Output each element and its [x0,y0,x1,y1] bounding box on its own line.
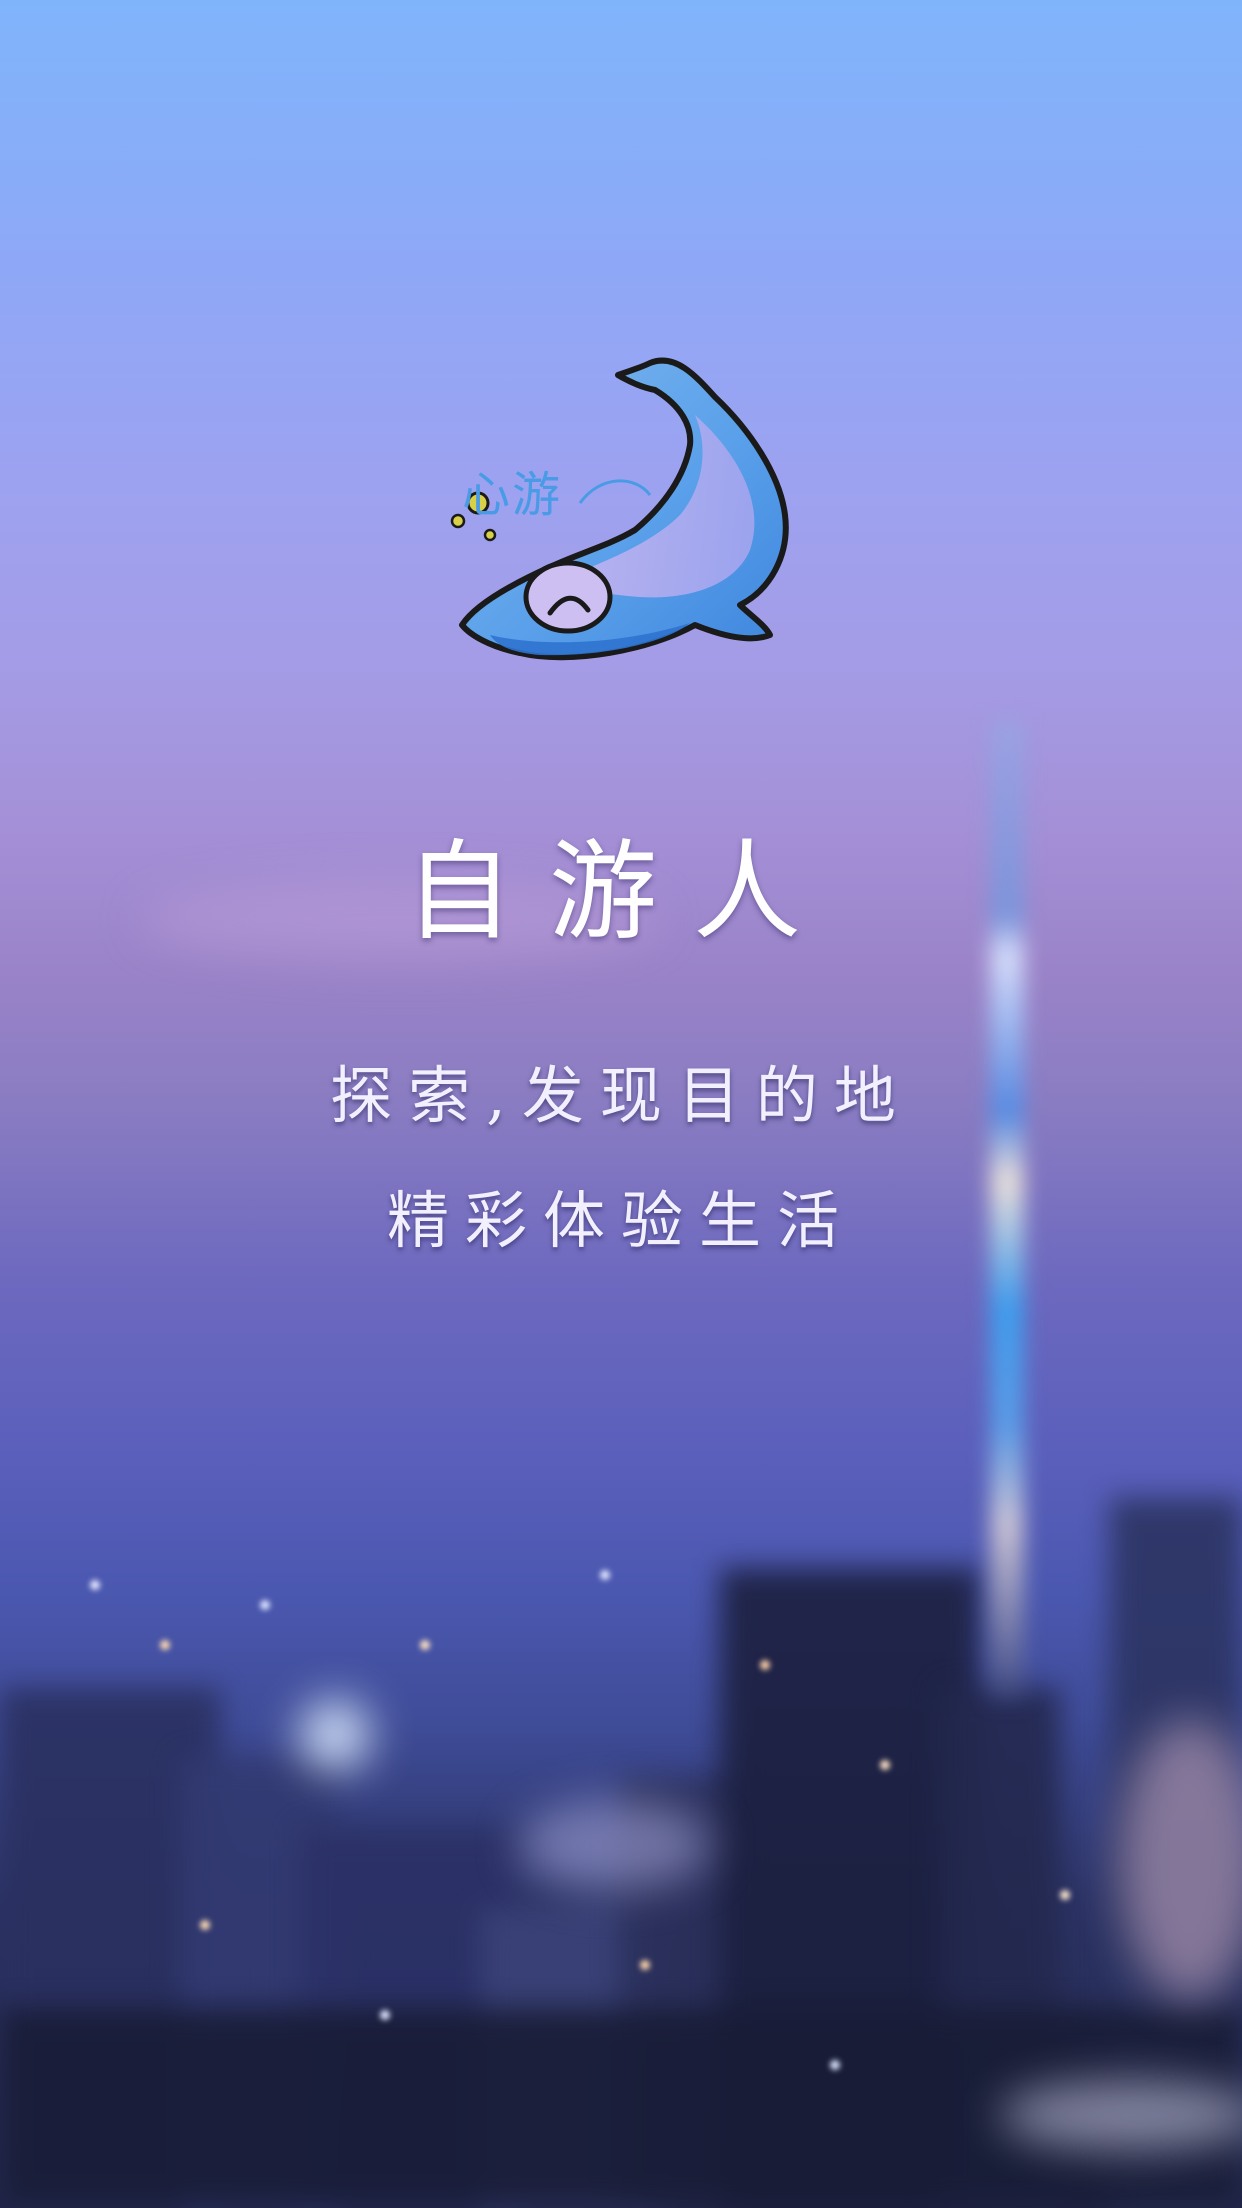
city-light-glow [520,1800,710,1890]
city-light [380,2010,390,2020]
city-light [200,1920,210,1930]
city-light [90,1580,100,1590]
city-light [640,1960,650,1970]
city-light [260,1600,270,1610]
city-light-glow [300,1700,370,1770]
city-light [880,1760,890,1770]
city-light [600,1570,610,1580]
splash-screen: 心游 自游人 探索,发现目的地 精彩体验生活 [0,0,1242,2208]
city-light [420,1640,430,1650]
tagline-line-1: 探索,发现目的地 [330,1059,912,1132]
app-logo: 心游 [450,335,810,685]
logo-wordmark: 心游 [462,467,563,523]
city-light-glow [1000,2080,1242,2150]
city-light [1060,1890,1070,1900]
city-light [160,1640,170,1650]
city-light [760,1660,770,1670]
app-title: 自游人 [404,830,837,955]
city-light [830,2060,840,2070]
tagline-line-2: 精彩体验生活 [386,1184,855,1257]
